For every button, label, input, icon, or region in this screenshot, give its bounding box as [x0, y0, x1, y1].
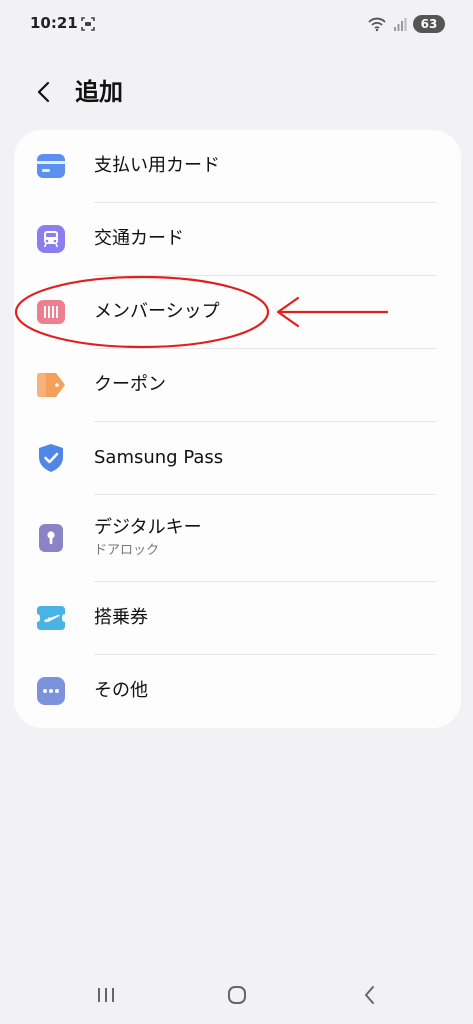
barcode-icon: [37, 300, 65, 324]
item-sublabel: ドアロック: [94, 543, 160, 558]
more-dots-icon: [37, 677, 65, 705]
credit-card-icon: [37, 154, 65, 178]
list-item-coupon[interactable]: クーポン: [14, 349, 461, 421]
keyhole-icon: [39, 524, 63, 552]
status-time: 10:21: [30, 14, 78, 32]
status-icons: 63: [367, 14, 445, 34]
status-bar: 10:21 63: [0, 0, 473, 48]
home-button[interactable]: [219, 980, 255, 1010]
item-label: デジタルキー: [94, 517, 202, 538]
battery-badge: 63: [413, 15, 445, 33]
recent-apps-icon: [98, 988, 114, 1002]
screenshot-icon: [81, 17, 95, 31]
wifi-icon: [368, 17, 386, 32]
recent-apps-button[interactable]: [88, 980, 124, 1010]
coupon-tag-icon: [37, 373, 65, 397]
list-item-digital-key[interactable]: デジタルキー ドアロック: [14, 495, 461, 581]
list-item-samsung-pass[interactable]: Samsung Pass: [14, 422, 461, 494]
list-item-membership[interactable]: メンバーシップ: [14, 276, 461, 348]
transit-card-icon: [37, 225, 65, 253]
page-title: 追加: [75, 78, 123, 106]
shield-check-icon: [39, 444, 63, 472]
back-nav-icon: [365, 986, 374, 1004]
chevron-left-icon: [37, 81, 50, 103]
back-nav-button[interactable]: [352, 980, 388, 1010]
item-label: 支払い用カード: [94, 155, 220, 176]
item-label: Samsung Pass: [94, 447, 224, 468]
item-label: 交通カード: [94, 228, 184, 249]
item-label: メンバーシップ: [94, 301, 220, 322]
list-item-transit-card[interactable]: 交通カード: [14, 203, 461, 275]
signal-icon: [394, 18, 407, 31]
airplane-ticket-icon: [37, 606, 65, 630]
system-nav-bar: [0, 970, 473, 1024]
item-label: その他: [94, 680, 148, 701]
list-item-boarding-pass[interactable]: 搭乗券: [14, 582, 461, 654]
list-item-payment-card[interactable]: 支払い用カード: [14, 130, 461, 202]
item-label: クーポン: [94, 374, 166, 395]
list-item-other[interactable]: その他: [14, 655, 461, 728]
add-options-card: 支払い用カード 交通カード メンバーシップ クーポン Samsung Pass …: [14, 130, 461, 728]
home-icon: [228, 986, 246, 1004]
header: 追加: [0, 64, 473, 120]
item-label: 搭乗券: [94, 607, 148, 628]
back-button[interactable]: [26, 74, 62, 110]
